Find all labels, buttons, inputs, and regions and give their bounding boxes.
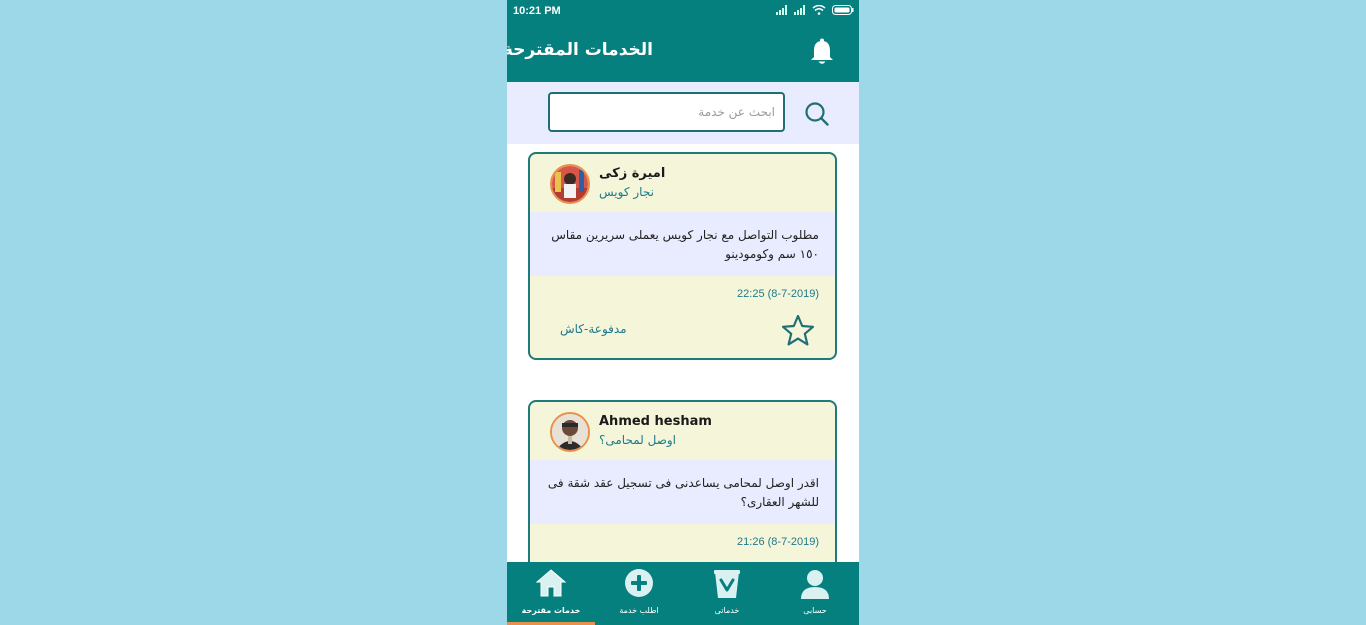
service-description: اقدر اوصل لمحامى يساعدنى فى تسجيل عقد شق… xyxy=(530,460,835,524)
nav-request-service[interactable]: اطلب خدمة xyxy=(595,562,683,625)
battery-icon xyxy=(832,5,854,15)
bottom-navigation: خدمات مقترحة اطلب خدمة خدماتى حسابى xyxy=(507,562,859,625)
wifi-icon xyxy=(812,5,826,15)
avatar[interactable] xyxy=(550,412,590,452)
avatar[interactable] xyxy=(550,164,590,204)
status-bar: 10:21 PM xyxy=(507,0,859,24)
nav-suggested-services[interactable]: خدمات مقترحة xyxy=(507,562,595,625)
nav-label: اطلب خدمة xyxy=(619,606,659,615)
bag-icon xyxy=(712,568,742,604)
nav-label: خدمات مقترحة xyxy=(521,606,581,615)
user-name: Ahmed hesham xyxy=(599,414,712,429)
service-title: نجار كويس xyxy=(599,185,654,199)
service-title: اوصل لمحامى؟ xyxy=(599,433,677,447)
nav-my-account[interactable]: حسابى xyxy=(771,562,859,625)
search-input[interactable] xyxy=(548,92,785,132)
post-date: 21:26 (8-7-2019) xyxy=(737,536,819,548)
nav-label: خدماتى xyxy=(714,606,740,615)
signal-icon xyxy=(776,5,787,15)
page-title: الخدمات المقترحة xyxy=(507,40,653,60)
favorite-button[interactable] xyxy=(781,314,815,350)
search-bar xyxy=(507,82,859,144)
services-feed: اميرة زكى نجار كويس مطلوب التواصل مع نجا… xyxy=(507,144,859,562)
card-header: Ahmed hesham اوصل لمحامى؟ xyxy=(530,402,835,460)
search-button[interactable] xyxy=(804,101,830,131)
search-icon xyxy=(805,102,829,126)
bell-icon xyxy=(811,38,833,64)
post-date: 22:25 (8-7-2019) xyxy=(737,288,819,300)
home-icon xyxy=(535,568,567,602)
app-bar: الخدمات المقترحة xyxy=(507,24,859,82)
nav-my-services[interactable]: خدماتى xyxy=(683,562,771,625)
service-description: مطلوب التواصل مع نجار كويس يعملى سريرين … xyxy=(530,212,835,276)
signal-icon-2 xyxy=(794,5,805,15)
user-name: اميرة زكى xyxy=(599,166,666,181)
add-circle-icon xyxy=(624,568,654,602)
notifications-button[interactable] xyxy=(809,38,835,70)
star-icon xyxy=(781,314,815,346)
service-card[interactable]: Ahmed hesham اوصل لمحامى؟ اقدر اوصل لمحا… xyxy=(528,400,837,562)
user-icon xyxy=(800,568,830,604)
service-card[interactable]: اميرة زكى نجار كويس مطلوب التواصل مع نجا… xyxy=(528,152,837,360)
phone-screen: 10:21 PM الخدمات المقترحة ابحث عن خدمة ا… xyxy=(507,0,859,625)
nav-label: حسابى xyxy=(803,606,827,615)
payment-method: مدفوعة-كاش xyxy=(560,322,627,336)
card-header: اميرة زكى نجار كويس xyxy=(530,154,835,212)
status-icons xyxy=(776,5,854,15)
status-time: 10:21 PM xyxy=(513,5,561,17)
